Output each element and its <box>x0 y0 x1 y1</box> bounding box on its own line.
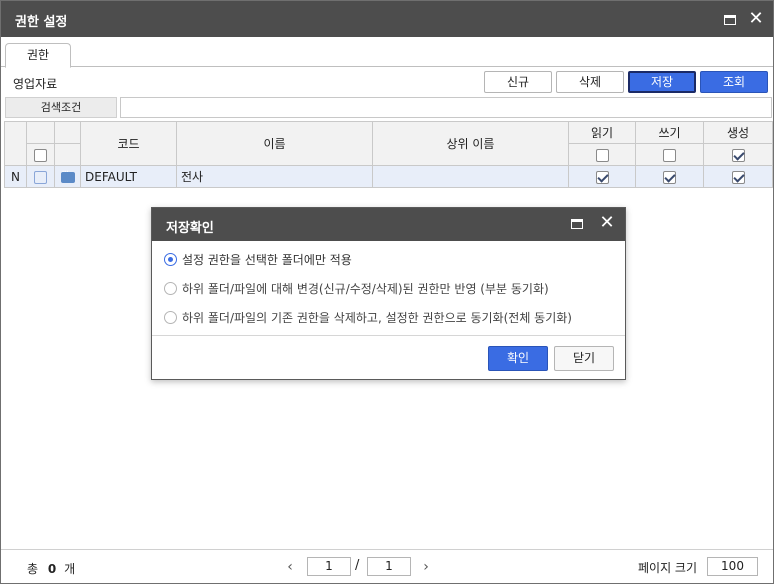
option-selected-folder-only[interactable]: 설정 권한을 선택한 폴더에만 적용 <box>162 250 617 279</box>
save-option-group: 설정 권한을 선택한 폴더에만 적용 하위 폴더/파일에 대해 변경(신규/수정… <box>162 250 617 337</box>
row-status: N <box>4 165 27 188</box>
row-code: DEFAULT <box>80 165 177 188</box>
option-partial-sync[interactable]: 하위 폴더/파일에 대해 변경(신규/수정/삭제)된 권한만 반영 (부분 동기… <box>162 279 617 308</box>
permission-settings-window: 권한 설정 ✕ 권한 영업자료 신규 삭제 저장 조회 검색조건 코드 이름 상… <box>0 0 774 584</box>
row-name: 전사 <box>176 165 373 188</box>
option-label: 설정 권한을 선택한 폴더에만 적용 <box>182 253 352 267</box>
row-memo-cell <box>54 165 81 188</box>
comment-icon[interactable] <box>60 167 75 183</box>
close-button[interactable]: 닫기 <box>554 346 614 371</box>
write-all-checkbox[interactable] <box>663 148 676 162</box>
read-all-checkbox[interactable] <box>595 148 609 162</box>
total-number: 0 <box>47 562 57 576</box>
option-label: 하위 폴더/파일에 대해 변경(신규/수정/삭제)된 권한만 반영 (부분 동기… <box>182 282 549 296</box>
read-all-cell <box>568 143 636 166</box>
memo-subheader <box>54 143 81 166</box>
window-title: 권한 설정 <box>15 15 68 30</box>
page-separator: / <box>355 558 360 573</box>
code-header: 코드 <box>80 121 177 166</box>
write-header: 쓰기 <box>635 121 704 144</box>
search-input[interactable] <box>120 97 772 118</box>
page-size-label: 페이지 크기 <box>638 561 698 575</box>
confirm-button[interactable]: 확인 <box>488 346 548 371</box>
status-header <box>4 121 27 166</box>
maximize-icon[interactable] <box>721 10 739 28</box>
save-button[interactable]: 저장 <box>628 71 696 93</box>
row-select-checkbox[interactable] <box>34 170 47 184</box>
write-all-cell <box>635 143 704 166</box>
select-all-checkbox[interactable] <box>34 148 47 162</box>
dialog-titlebar: 저장확인 ✕ <box>152 208 625 241</box>
option-label: 하위 폴더/파일의 기존 권한을 삭제하고, 설정한 권한으로 동기화(전체 동… <box>182 311 572 325</box>
permission-grid: 코드 이름 상위 이름 읽기 쓰기 생성 N DEFAULT 전사 <box>4 121 773 188</box>
page-size-input[interactable]: 100 <box>707 557 758 576</box>
dialog-title: 저장확인 <box>166 221 214 236</box>
row-parent-name <box>372 165 569 188</box>
row-create-cell <box>703 165 773 188</box>
folder-name-label: 영업자료 <box>13 77 58 91</box>
delete-button[interactable]: 삭제 <box>556 71 624 93</box>
window-titlebar: 권한 설정 ✕ <box>1 1 773 37</box>
current-page-input[interactable]: 1 <box>307 557 351 576</box>
table-row[interactable]: N DEFAULT 전사 <box>4 165 773 188</box>
row-create-checkbox[interactable] <box>731 170 745 184</box>
close-icon[interactable]: ✕ <box>747 10 765 28</box>
row-read-checkbox[interactable] <box>595 170 609 184</box>
new-button[interactable]: 신규 <box>484 71 552 93</box>
row-write-checkbox[interactable] <box>663 170 676 184</box>
radio-partial-sync[interactable] <box>164 282 177 295</box>
select-header <box>26 121 55 144</box>
row-read-cell <box>568 165 636 188</box>
select-all-cell <box>26 143 55 166</box>
total-unit: 개 <box>64 562 76 576</box>
parent-name-header: 상위 이름 <box>372 121 569 166</box>
radio-selected-folder-only[interactable] <box>164 253 177 266</box>
toolbar: 영업자료 신규 삭제 저장 조회 <box>1 68 773 96</box>
search-bar: 검색조건 <box>1 96 773 119</box>
query-button[interactable]: 조회 <box>700 71 768 93</box>
grid-footer: 총 0 개 ‹ 1 / 1 › 페이지 크기 100 <box>1 549 773 583</box>
read-header: 읽기 <box>568 121 636 144</box>
row-select-cell <box>26 165 55 188</box>
tab-permission[interactable]: 권한 <box>5 43 71 68</box>
memo-header <box>54 121 81 144</box>
name-header: 이름 <box>176 121 373 166</box>
total-label: 총 <box>27 562 39 576</box>
create-header: 생성 <box>703 121 773 144</box>
dialog-footer: 확인 닫기 <box>152 335 625 379</box>
create-all-checkbox[interactable] <box>731 148 745 162</box>
total-pages-field: 1 <box>367 557 411 576</box>
search-condition-label: 검색조건 <box>5 97 117 118</box>
save-confirm-dialog: 저장확인 ✕ 설정 권한을 선택한 폴더에만 적용 하위 폴더/파일에 대해 변… <box>151 207 626 380</box>
prev-page-icon[interactable]: ‹ <box>283 557 297 577</box>
option-full-sync[interactable]: 하위 폴더/파일의 기존 권한을 삭제하고, 설정한 권한으로 동기화(전체 동… <box>162 308 617 337</box>
radio-full-sync[interactable] <box>164 311 177 324</box>
dialog-maximize-icon[interactable] <box>571 216 587 232</box>
create-all-cell <box>703 143 773 166</box>
dialog-close-icon[interactable]: ✕ <box>599 214 615 232</box>
next-page-icon[interactable]: › <box>419 557 433 577</box>
tab-bar: 권한 <box>1 37 773 68</box>
total-count: 총 0 개 <box>27 560 75 577</box>
row-write-cell <box>635 165 704 188</box>
